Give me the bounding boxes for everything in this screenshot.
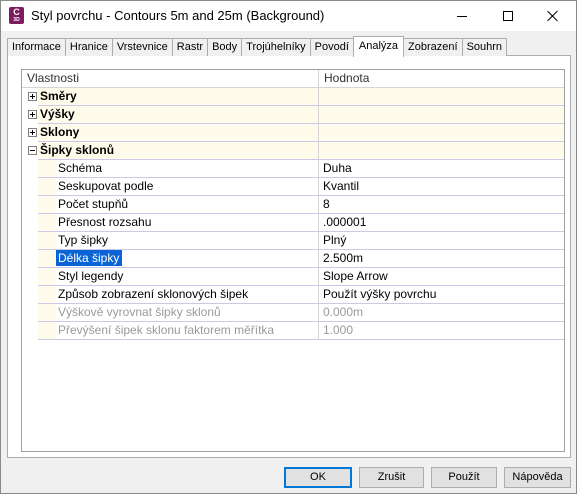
tab-trojuhelniky[interactable]: Trojúhelníky (241, 38, 311, 56)
maximize-button[interactable] (485, 1, 531, 31)
app-icon-sub: 3D (13, 17, 20, 23)
header-property[interactable]: Vlastnosti (22, 70, 319, 88)
property-row-typ-sipky[interactable]: Typ šipky Plný (22, 232, 564, 250)
tab-analyza[interactable]: Analýza (352, 36, 405, 57)
property-label: Seskupovat podle (58, 179, 154, 193)
property-label: Počet stupňů (58, 197, 129, 211)
tab-souhrn[interactable]: Souhrn (461, 38, 508, 56)
property-name-cell: Výškově vyrovnat šipky sklonů (56, 304, 319, 322)
grid-header: Vlastnosti Hodnota (22, 70, 564, 88)
expand-plus-icon[interactable] (28, 110, 37, 119)
expand-plus-icon[interactable] (28, 92, 37, 101)
minimize-icon (457, 15, 467, 17)
property-name-cell: Způsob zobrazení sklonových šipek (56, 286, 319, 304)
indent-strip (38, 250, 56, 268)
maximize-icon (503, 11, 513, 21)
property-value[interactable]: .000001 (319, 214, 564, 232)
category-label: Směry (38, 88, 319, 106)
property-row-presnost-rozsahu[interactable]: Přesnost rozsahu .000001 (22, 214, 564, 232)
tab-rastr[interactable]: Rastr (171, 38, 209, 56)
property-value[interactable]: Duha (319, 160, 564, 178)
category-row-sklony[interactable]: Sklony (22, 124, 564, 142)
tab-strip: Informace Hranice Vrstevnice Rastr Body … (7, 36, 508, 57)
dialog-window: C 3D Styl povrchu - Contours 5m and 25m (… (0, 0, 577, 494)
property-row-vyskove-vyrovnat: Výškově vyrovnat šipky sklonů 0.000m (22, 304, 564, 322)
property-name-cell: Schéma (56, 160, 319, 178)
expand-plus-icon[interactable] (28, 128, 37, 137)
indent-strip (38, 178, 56, 196)
category-value (319, 88, 564, 106)
property-value[interactable]: Slope Arrow (319, 268, 564, 286)
property-value[interactable]: 8 (319, 196, 564, 214)
civil3d-app-icon: C 3D (9, 7, 24, 24)
tab-hranice[interactable]: Hranice (64, 38, 113, 56)
property-value: 1.000 (319, 322, 564, 340)
collapse-minus-icon[interactable] (28, 146, 37, 155)
indent-strip (38, 286, 56, 304)
property-name-cell: Délka šipky (56, 250, 319, 268)
minimize-button[interactable] (439, 1, 485, 31)
title-bar[interactable]: C 3D Styl povrchu - Contours 5m and 25m (… (1, 1, 576, 31)
property-grid[interactable]: Vlastnosti Hodnota Směry Výšky Sklony Ši… (21, 69, 565, 452)
help-button[interactable]: Nápověda (504, 467, 571, 488)
indent-strip (38, 304, 56, 322)
tab-vrstevnice[interactable]: Vrstevnice (111, 38, 173, 56)
property-name-cell: Seskupovat podle (56, 178, 319, 196)
header-value[interactable]: Hodnota (319, 70, 564, 88)
property-label: Výškově vyrovnat šipky sklonů (58, 305, 221, 319)
property-value: 0.000m (319, 304, 564, 322)
property-value[interactable]: Plný (319, 232, 564, 250)
property-label: Styl legendy (58, 269, 124, 283)
property-row-delka-sipky[interactable]: Délka šipky 2.500m (22, 250, 564, 268)
property-row-zpusob-zobrazeni[interactable]: Způsob zobrazení sklonových šipek Použít… (22, 286, 564, 304)
category-row-smery[interactable]: Směry (22, 88, 564, 106)
property-label: Typ šipky (58, 233, 109, 247)
property-value[interactable]: 2.500m (319, 250, 564, 268)
property-name-cell: Přesnost rozsahu (56, 214, 319, 232)
tab-body[interactable]: Body (207, 38, 243, 56)
property-row-seskupovat-podle[interactable]: Seskupovat podle Kvantil (22, 178, 564, 196)
property-value[interactable]: Kvantil (319, 178, 564, 196)
indent-strip (38, 214, 56, 232)
indent-strip (38, 268, 56, 286)
category-value (319, 142, 564, 160)
category-label: Šipky sklonů (38, 142, 319, 160)
property-name-cell: Převýšení šipek sklonu faktorem měřítka (56, 322, 319, 340)
category-label: Sklony (38, 124, 319, 142)
app-icon-letter: C (13, 7, 20, 17)
grid-rows: Směry Výšky Sklony Šipky sklonů Schéma D… (22, 88, 564, 340)
tab-povodi[interactable]: Povodí (309, 38, 354, 56)
tab-informace[interactable]: Informace (7, 38, 66, 56)
property-label: Způsob zobrazení sklonových šipek (58, 287, 249, 301)
property-label: Schéma (58, 161, 103, 175)
property-row-styl-legendy[interactable]: Styl legendy Slope Arrow (22, 268, 564, 286)
indent-strip (38, 232, 56, 250)
tab-zobrazeni[interactable]: Zobrazení (403, 38, 463, 56)
window-title: Styl povrchu - Contours 5m and 25m (Back… (31, 8, 325, 23)
property-name-cell: Typ šipky (56, 232, 319, 250)
property-name-cell: Počet stupňů (56, 196, 319, 214)
category-value (319, 124, 564, 142)
property-row-prevyseni-sipek: Převýšení šipek sklonu faktorem měřítka … (22, 322, 564, 340)
category-value (319, 106, 564, 124)
indent-strip (38, 322, 56, 340)
ok-button[interactable]: OK (284, 467, 352, 488)
close-icon (547, 10, 559, 22)
indent-strip (38, 160, 56, 178)
cancel-button[interactable]: Zrušit (359, 467, 424, 488)
property-value[interactable]: Použít výšky povrchu (319, 286, 564, 304)
property-label-selected: Délka šipky (56, 250, 123, 266)
close-button[interactable] (530, 1, 576, 31)
property-label: Převýšení šipek sklonu faktorem měřítka (58, 323, 275, 337)
property-name-cell: Styl legendy (56, 268, 319, 286)
property-row-schema[interactable]: Schéma Duha (22, 160, 564, 178)
indent-strip (38, 196, 56, 214)
category-row-vysky[interactable]: Výšky (22, 106, 564, 124)
property-label: Přesnost rozsahu (58, 215, 152, 229)
category-row-sipky-sklonu[interactable]: Šipky sklonů (22, 142, 564, 160)
category-label: Výšky (38, 106, 319, 124)
apply-button[interactable]: Použít (431, 467, 497, 488)
property-row-pocet-stupnu[interactable]: Počet stupňů 8 (22, 196, 564, 214)
